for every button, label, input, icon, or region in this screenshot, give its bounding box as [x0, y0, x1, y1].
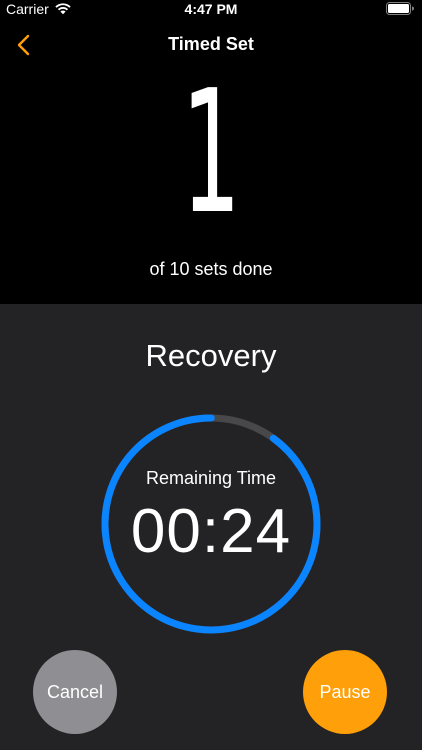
pause-button[interactable]: Pause: [303, 650, 387, 734]
timer-section: Recovery Remaining Time 00:24 Cancel Pau…: [0, 304, 422, 750]
page-title: Timed Set: [168, 34, 254, 54]
completed-sets-value: 1: [181, 54, 241, 252]
sets-done-label: of 10 sets done: [149, 259, 273, 279]
status-bar: Carrier 4:47 PM: [0, 0, 422, 20]
top-section: Carrier 4:47 PM Timed Set 1 of 10 sets d…: [0, 0, 422, 304]
cancel-button-label: Cancel: [46, 681, 104, 702]
status-time: 4:47 PM: [184, 1, 238, 17]
cancel-button[interactable]: Cancel: [33, 650, 117, 734]
remaining-time-label: Remaining Time: [145, 468, 277, 488]
completed-sets-count: 1: [0, 68, 422, 238]
pause-button-label: Pause: [319, 681, 371, 702]
phase-title: Recovery: [145, 338, 277, 373]
battery-icon: [386, 2, 414, 15]
remaining-time-value: 00:24: [130, 497, 292, 566]
